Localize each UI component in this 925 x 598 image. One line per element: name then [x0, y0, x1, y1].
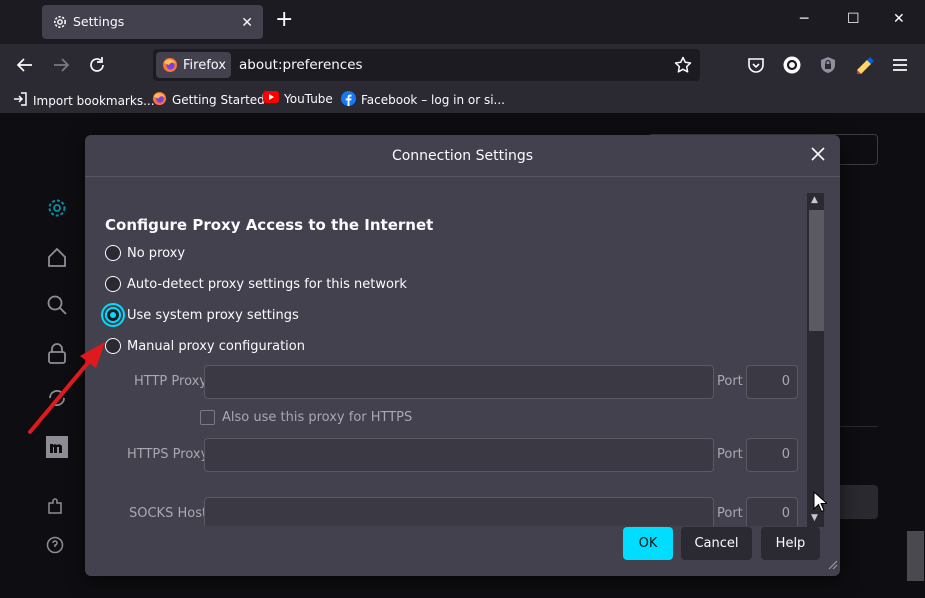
- gear-icon: [52, 14, 68, 34]
- firefox-logo-icon: [162, 57, 178, 77]
- reload-icon[interactable]: [87, 55, 107, 75]
- dialog-title: Connection Settings: [391, 148, 534, 164]
- connection-settings-dialog: Connection Settings Configure Proxy Acce…: [85, 135, 840, 576]
- extensions-icon[interactable]: [46, 498, 64, 520]
- radio-button-selected[interactable]: [105, 307, 121, 323]
- url-bar[interactable]: Firefox about:preferences: [153, 49, 700, 81]
- section-heading: Configure Proxy Access to the Internet: [105, 216, 434, 234]
- home-icon[interactable]: [46, 246, 68, 272]
- dialog-body: Configure Proxy Access to the Internet N…: [85, 178, 805, 526]
- tab-close-icon[interactable]: ✕: [241, 15, 253, 31]
- http-port-label: Port: [717, 374, 743, 389]
- mouse-cursor-icon: [813, 490, 829, 517]
- tab-strip: Settings ✕ + ─ ☐ ✕: [0, 0, 925, 44]
- bookmark-youtube[interactable]: YouTube: [263, 91, 333, 106]
- bookmark-label: Facebook – log in or si...: [361, 93, 505, 107]
- firefox-logo-icon: [152, 91, 167, 109]
- tab-settings[interactable]: Settings ✕: [42, 5, 263, 39]
- account-icon[interactable]: [783, 56, 801, 78]
- cancel-button[interactable]: Cancel: [681, 527, 752, 560]
- bookmarks-toolbar: Import bookmarks... Getting Started YouT…: [0, 86, 925, 113]
- socks-port-label: Port: [717, 506, 743, 521]
- minimize-button[interactable]: ─: [800, 11, 808, 27]
- radio-button[interactable]: [105, 276, 121, 292]
- socks-port-input[interactable]: 0: [746, 497, 798, 526]
- radio-label: Manual proxy configuration: [127, 338, 305, 354]
- page-scrollbar-thumb[interactable]: [907, 531, 924, 581]
- http-proxy-input[interactable]: [204, 365, 714, 399]
- tab-title: Settings: [73, 14, 125, 29]
- bookmark-getting-started[interactable]: Getting Started: [152, 91, 265, 109]
- gear-icon[interactable]: [46, 197, 68, 223]
- ok-button[interactable]: OK: [623, 527, 673, 560]
- close-icon[interactable]: [810, 146, 826, 166]
- bookmark-star-icon[interactable]: [673, 55, 693, 79]
- identity-label: Firefox: [183, 58, 227, 73]
- bookmark-import[interactable]: Import bookmarks...: [12, 91, 155, 110]
- extension-icon[interactable]: [855, 56, 875, 78]
- dialog-header: Connection Settings: [85, 135, 840, 177]
- https-proxy-label: HTTPS Proxy: [127, 447, 209, 462]
- also-https-label: Also use this proxy for HTTPS: [222, 410, 413, 425]
- http-port-input[interactable]: 0: [746, 365, 798, 399]
- radio-label: No proxy: [127, 245, 186, 261]
- radio-auto-detect[interactable]: Auto-detect proxy settings for this netw…: [105, 276, 407, 292]
- https-port-input[interactable]: 0: [746, 438, 798, 472]
- youtube-icon: [263, 91, 279, 106]
- also-https-checkbox[interactable]: [200, 410, 215, 425]
- maximize-button[interactable]: ☐: [847, 11, 860, 27]
- url-text[interactable]: about:preferences: [239, 57, 363, 73]
- navigation-toolbar: Firefox about:preferences: [0, 44, 925, 86]
- close-window-button[interactable]: ✕: [893, 11, 905, 27]
- https-port-label: Port: [717, 447, 743, 462]
- identity-box[interactable]: Firefox: [156, 52, 231, 78]
- help-icon[interactable]: [46, 536, 64, 558]
- https-proxy-input[interactable]: [204, 438, 714, 472]
- search-icon[interactable]: [46, 294, 68, 320]
- import-icon: [12, 91, 28, 110]
- socks-host-label: SOCKS Host: [129, 506, 208, 521]
- hamburger-menu-icon[interactable]: [891, 56, 909, 78]
- bookmark-label: Import bookmarks...: [33, 93, 155, 108]
- page-scrollbar[interactable]: [906, 113, 925, 598]
- back-arrow-icon[interactable]: [15, 55, 35, 75]
- facebook-icon: [341, 91, 356, 109]
- radio-no-proxy[interactable]: No proxy: [105, 245, 185, 261]
- socks-host-input[interactable]: [204, 497, 714, 526]
- forward-arrow-icon[interactable]: [51, 55, 71, 75]
- pocket-icon[interactable]: [747, 56, 765, 78]
- annotation-arrow-icon: [26, 338, 108, 440]
- radio-system-proxy[interactable]: Use system proxy settings: [105, 307, 299, 323]
- radio-manual-proxy[interactable]: Manual proxy configuration: [105, 338, 305, 354]
- http-proxy-label: HTTP Proxy: [134, 374, 208, 389]
- new-tab-button[interactable]: +: [275, 9, 293, 31]
- resize-grip-icon[interactable]: [826, 558, 838, 574]
- radio-label: Use system proxy settings: [127, 307, 299, 323]
- help-button[interactable]: Help: [761, 527, 820, 560]
- dialog-scrollbar-thumb[interactable]: [809, 210, 824, 331]
- radio-label: Auto-detect proxy settings for this netw…: [127, 276, 407, 292]
- bookmark-label: Getting Started: [172, 93, 265, 107]
- shield-lock-icon[interactable]: [819, 56, 837, 78]
- radio-button[interactable]: [105, 245, 121, 261]
- scroll-up-icon[interactable]: ▲: [811, 195, 818, 205]
- bookmark-label: YouTube: [284, 91, 333, 106]
- bookmark-facebook[interactable]: Facebook – log in or si...: [341, 91, 505, 109]
